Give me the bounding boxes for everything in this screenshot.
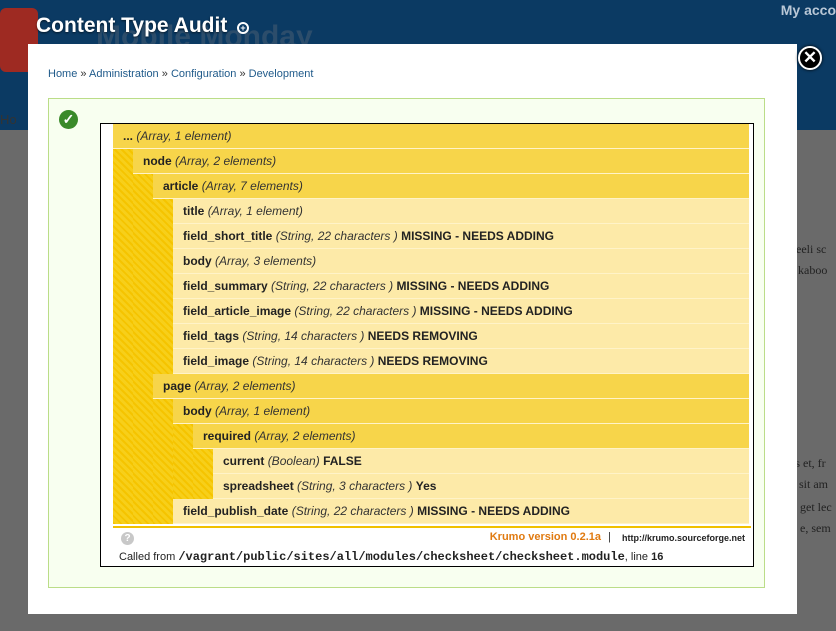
krumo-indent-strip — [193, 449, 213, 499]
background-account-link: My acco — [780, 2, 836, 18]
krumo-type: (String, 22 characters ) — [275, 229, 398, 243]
krumo-value: MISSING - NEEDS ADDING — [417, 504, 570, 518]
krumo-key: ... — [123, 129, 134, 143]
background-text: kaboo — [798, 263, 828, 277]
called-from-path: /vagrant/public/sites/all/modules/checks… — [178, 550, 625, 564]
close-icon[interactable]: ✕ — [798, 46, 822, 70]
breadcrumb: Home » Administration » Configuration » … — [48, 68, 313, 80]
krumo-type: (Array, 1 element) — [136, 129, 232, 143]
breadcrumb-home[interactable]: Home — [48, 68, 77, 80]
krumo-type: (String, 22 characters ) — [291, 504, 414, 518]
krumo-value: FALSE — [323, 454, 362, 468]
breadcrumb-development[interactable]: Development — [249, 68, 314, 80]
overlay-title: Content Type Audit — [36, 14, 228, 37]
krumo-row[interactable]: node (Array, 2 elements) — [133, 149, 749, 174]
krumo-row: title (Array, 1 element) — [173, 199, 749, 224]
breadcrumb-separator: » — [161, 68, 168, 80]
krumo-type: (Array, 2 elements) — [175, 154, 277, 168]
krumo-type: (Array, 2 elements) — [254, 429, 356, 443]
krumo-indent-strip — [153, 199, 173, 374]
krumo-row: field_publish_date (String, 22 character… — [173, 499, 749, 524]
krumo-type: (Array, 1 element) — [207, 204, 303, 218]
krumo-row: field_short_title (String, 22 characters… — [173, 224, 749, 249]
krumo-row: field_summary (String, 22 characters ) M… — [173, 274, 749, 299]
breadcrumb-configuration[interactable]: Configuration — [171, 68, 236, 80]
krumo-version-link[interactable]: Krumo version 0.2.1a — [490, 531, 601, 543]
krumo-row: current (Boolean) FALSE — [213, 449, 749, 474]
krumo-version-separator: | — [608, 531, 611, 543]
krumo-indent-strip — [133, 174, 153, 524]
krumo-indent-strip — [153, 399, 173, 524]
called-from: Called from /vagrant/public/sites/all/mo… — [119, 550, 663, 564]
krumo-row: field_image (String, 14 characters ) NEE… — [173, 349, 749, 374]
krumo-footer: ? Krumo version 0.2.1a | http://krumo.so… — [113, 526, 751, 564]
krumo-key: field_article_image — [183, 304, 292, 318]
krumo-indent-strip — [113, 149, 133, 524]
krumo-value: MISSING - NEEDS ADDING — [401, 229, 554, 243]
krumo-key: current — [223, 454, 265, 468]
krumo-type: (Array, 7 elements) — [201, 179, 303, 193]
krumo-key: node — [143, 154, 172, 168]
krumo-value: NEEDS REMOVING — [377, 354, 488, 368]
krumo-key: field_image — [183, 354, 250, 368]
krumo-key: article — [163, 179, 199, 193]
breadcrumb-separator: » — [80, 68, 87, 80]
krumo-type: (String, 3 characters ) — [297, 479, 413, 493]
krumo-row: body (Array, 3 elements) — [173, 249, 749, 274]
krumo-row: field_article_image (String, 22 characte… — [173, 299, 749, 324]
krumo-indent-strip — [173, 424, 193, 499]
krumo-row[interactable]: article (Array, 7 elements) — [153, 174, 749, 199]
krumo-type: (String, 14 characters ) — [242, 329, 365, 343]
krumo-row: spreadsheet (String, 3 characters ) Yes — [213, 474, 749, 499]
called-from-label: Called from — [119, 551, 176, 563]
line-number: 16 — [651, 551, 664, 563]
krumo-type: (Array, 3 elements) — [215, 254, 317, 268]
krumo-row[interactable]: ... (Array, 1 element) — [113, 124, 749, 149]
krumo-type: (String, 14 characters ) — [252, 354, 375, 368]
background-text: get lec — [800, 500, 832, 514]
krumo-url[interactable]: http://krumo.sourceforge.net — [622, 533, 745, 543]
gear-small-icon[interactable]: + — [237, 22, 249, 34]
status-message: ✓ ... (Array, 1 element) node (Array, 2 … — [48, 98, 765, 588]
krumo-dump: ... (Array, 1 element) node (Array, 2 el… — [100, 123, 754, 567]
krumo-type: (Boolean) — [267, 454, 320, 468]
modal-dialog: Home » Administration » Configuration » … — [28, 44, 797, 614]
krumo-row[interactable]: page (Array, 2 elements) — [153, 374, 749, 399]
krumo-key: body — [183, 254, 212, 268]
background-breadcrumb: Ho — [0, 112, 17, 127]
breadcrumb-separator: » — [239, 68, 246, 80]
krumo-key: field_summary — [183, 279, 268, 293]
line-label: , line — [624, 551, 649, 563]
krumo-key: page — [163, 379, 192, 393]
krumo-key: body — [183, 404, 212, 418]
krumo-value: NEEDS REMOVING — [367, 329, 478, 343]
question-icon[interactable]: ? — [121, 532, 134, 545]
breadcrumb-administration[interactable]: Administration — [89, 68, 159, 80]
krumo-row: field_tags (String, 14 characters ) NEED… — [173, 324, 749, 349]
krumo-key: field_short_title — [183, 229, 273, 243]
krumo-row[interactable]: body (Array, 1 element) — [173, 399, 749, 424]
krumo-row[interactable]: required (Array, 2 elements) — [193, 424, 749, 449]
krumo-type: (String, 22 characters ) — [294, 304, 417, 318]
krumo-key: field_tags — [183, 329, 240, 343]
krumo-type: (Array, 1 element) — [215, 404, 311, 418]
krumo-value: MISSING - NEEDS ADDING — [419, 304, 573, 318]
background-text: e, sem — [800, 521, 831, 535]
krumo-key: required — [203, 429, 252, 443]
krumo-value: MISSING - NEEDS ADDING — [396, 279, 550, 293]
krumo-key: title — [183, 204, 205, 218]
checkmark-icon: ✓ — [59, 110, 78, 129]
krumo-key: spreadsheet — [223, 479, 294, 493]
krumo-type: (Array, 2 elements) — [194, 379, 296, 393]
krumo-key: field_publish_date — [183, 504, 289, 518]
krumo-value: Yes — [415, 479, 437, 493]
krumo-type: (String, 22 characters ) — [271, 279, 394, 293]
